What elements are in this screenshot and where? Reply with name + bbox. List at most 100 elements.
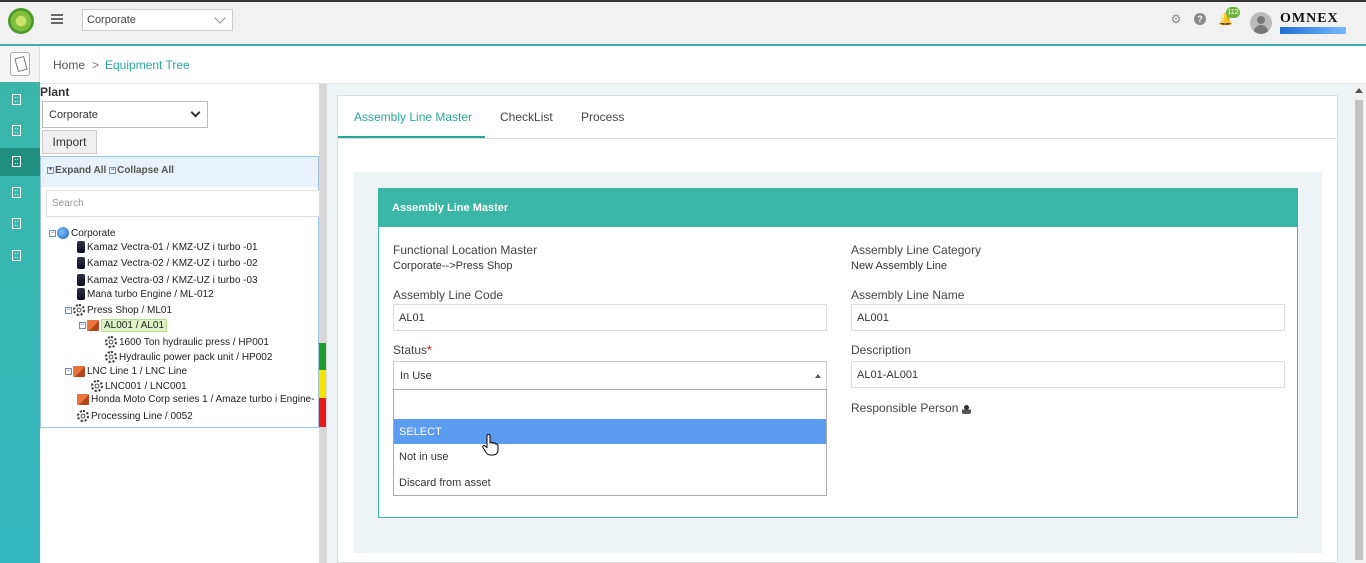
plus-icon: + <box>47 166 54 174</box>
rail-item-4[interactable] <box>0 179 40 207</box>
building-icon <box>12 125 21 136</box>
code-label: Assembly Line Code <box>393 288 504 302</box>
breadcrumb-separator: > <box>92 58 100 72</box>
tab-process[interactable]: Process <box>581 110 624 124</box>
import-button[interactable]: Import <box>42 130 97 154</box>
gear-icon <box>73 304 85 317</box>
category-value: New Assembly Line <box>851 260 947 272</box>
tab-assembly-line-master[interactable]: Assembly Line Master <box>354 110 472 124</box>
breadcrumb-home[interactable]: Home <box>53 58 85 72</box>
status-strip-green <box>319 343 326 370</box>
description-label: Description <box>851 343 912 357</box>
rail-item-2[interactable] <box>0 117 40 145</box>
org-select[interactable]: Corporate <box>82 9 233 31</box>
status-option-discard[interactable]: Discard from asset <box>394 470 826 495</box>
building-icon <box>12 94 21 105</box>
minus-icon[interactable]: − <box>79 321 86 329</box>
tree-search-input[interactable]: Search <box>46 190 320 217</box>
brand-text: OMNEX <box>1280 11 1339 26</box>
status-label: Status* <box>393 343 432 357</box>
expand-collapse-bar: + Expand All − Collapse All <box>41 157 318 187</box>
minus-icon[interactable]: − <box>65 306 72 314</box>
app-logo-icon[interactable] <box>8 8 34 34</box>
tree-node[interactable]: Mana turbo Engine / ML-012 <box>77 288 214 302</box>
caret-up-icon <box>815 374 821 378</box>
tree-node[interactable]: 1600 Ton hydraulic press / HP001 <box>105 336 269 350</box>
globe-icon <box>57 227 69 240</box>
minus-icon[interactable]: − <box>49 229 56 237</box>
top-bar: Corporate ⚙ ? 🔔 112 OMNEX <box>0 0 1366 46</box>
scroll-up-icon[interactable] <box>1355 88 1363 93</box>
status-strip-yellow <box>319 370 326 398</box>
tree-node[interactable]: Kamaz Vectra-01 / KMZ-UZ i turbo -01 <box>77 241 258 255</box>
chevron-down-icon <box>214 12 226 24</box>
tree-node[interactable]: Kamaz Vectra-03 / KMZ-UZ i turbo -03 <box>77 274 258 288</box>
name-input[interactable]: AL001 <box>851 304 1285 331</box>
status-strip-red <box>319 398 326 427</box>
tree-node[interactable]: Kamaz Vectra-02 / KMZ-UZ i turbo -02 <box>77 257 258 271</box>
functional-location-label: Functional Location Master <box>393 243 538 257</box>
brand-bar <box>1280 27 1346 34</box>
device-icon <box>77 257 85 270</box>
plant-label: Plant <box>40 85 70 99</box>
tree-node[interactable]: Honda Moto Corp series 1 / Amaze turbo i… <box>77 393 317 407</box>
expand-all-link[interactable]: Expand All <box>55 165 106 176</box>
plant-select[interactable]: Corporate <box>42 101 208 128</box>
building-icon <box>12 156 21 167</box>
tab-checklist[interactable]: CheckList <box>500 110 553 124</box>
menu-icon[interactable] <box>51 14 63 24</box>
equipment-tree-panel: + Expand All − Collapse All Search − Corpor… <box>40 156 320 428</box>
breadcrumb: Home > Equipment Tree <box>40 46 1366 84</box>
device-icon <box>77 274 85 287</box>
code-input[interactable]: AL01 <box>393 304 827 331</box>
tree-node-selected[interactable]: − AL001 / AL01 <box>79 319 168 333</box>
box-icon <box>77 393 89 405</box>
hand-cursor-icon <box>482 434 499 456</box>
form-title: Assembly Line Master <box>379 189 1297 227</box>
description-input-value: AL01-AL001 <box>857 369 919 381</box>
brand-logo: OMNEX <box>1280 12 1346 34</box>
scroll-thumb[interactable] <box>1355 100 1363 560</box>
box-icon <box>73 365 85 377</box>
rail-item-3[interactable] <box>0 148 40 176</box>
status-select[interactable]: In Use <box>393 361 827 390</box>
active-tab-indicator <box>338 136 485 138</box>
status-dropdown-list: SELECT Not in use Discard from asset <box>393 389 827 496</box>
status-option-select[interactable]: SELECT <box>394 419 826 444</box>
tree-node[interactable]: − Press Shop / ML01 <box>65 304 172 318</box>
box-icon <box>87 319 99 331</box>
category-label: Assembly Line Category <box>851 243 982 257</box>
status-label-text: Status <box>393 343 428 357</box>
avatar[interactable] <box>1250 12 1272 34</box>
gear-icon <box>105 351 117 364</box>
tree-node[interactable]: − LNC Line 1 / LNC Line <box>65 365 187 379</box>
notification-badge: 112 <box>1226 7 1240 18</box>
tree-node[interactable]: LNC001 / LNC001 <box>91 380 187 394</box>
help-icon[interactable]: ? <box>1194 13 1206 25</box>
tree-node[interactable]: − Corporate <box>49 227 115 241</box>
building-icon <box>12 250 21 261</box>
org-select-value: Corporate <box>87 14 136 26</box>
rail-item-6[interactable] <box>0 242 40 270</box>
gear-icon[interactable]: ⚙ <box>1170 13 1182 25</box>
rail-item-5[interactable] <box>0 210 40 238</box>
device-icon <box>77 241 85 254</box>
tree-node[interactable]: Hydraulic power pack unit / HP002 <box>105 351 272 365</box>
required-mark: * <box>427 343 432 357</box>
user-icon[interactable] <box>962 403 972 414</box>
name-label: Assembly Line Name <box>851 288 965 302</box>
description-input[interactable]: AL01-AL001 <box>851 361 1285 388</box>
building-icon <box>12 187 21 198</box>
device-icon <box>77 288 85 301</box>
rail-item-1[interactable] <box>0 86 40 114</box>
collapse-all-link[interactable]: Collapse All <box>117 165 174 176</box>
page-scrollbar[interactable] <box>1352 84 1366 563</box>
code-input-value: AL01 <box>399 312 425 324</box>
gear-icon <box>91 380 103 393</box>
minus-icon[interactable]: − <box>65 367 72 375</box>
rail-doc-item[interactable] <box>0 46 40 82</box>
panel-splitter[interactable] <box>319 84 327 563</box>
status-option-not-in-use[interactable]: Not in use <box>394 444 826 469</box>
left-rail <box>0 46 40 563</box>
tree-node[interactable]: Processing Line / 0052 <box>77 410 193 424</box>
